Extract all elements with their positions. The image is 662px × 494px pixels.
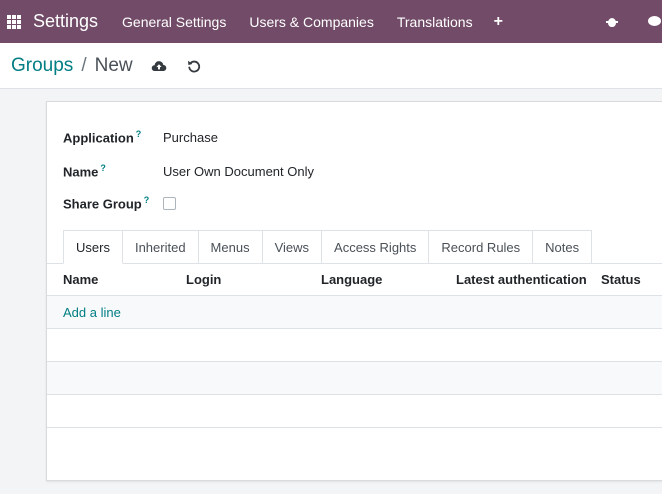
- breadcrumb-separator: /: [81, 54, 87, 76]
- help-tooltip-icon[interactable]: ?: [136, 129, 142, 139]
- chat-icon[interactable]: [648, 15, 662, 28]
- column-language[interactable]: Language: [321, 272, 382, 287]
- bug-icon[interactable]: [606, 16, 618, 28]
- table-row: Add a line: [47, 296, 662, 329]
- tab-inherited[interactable]: Inherited: [122, 230, 199, 264]
- menu-translations[interactable]: Translations: [397, 14, 473, 30]
- name-label: Name?: [63, 162, 106, 180]
- tab-access-rights[interactable]: Access Rights: [322, 230, 430, 264]
- notebook-tabs: Users Inherited Menus Views Access Right…: [63, 230, 593, 264]
- column-name[interactable]: Name: [63, 272, 98, 287]
- tab-notes[interactable]: Notes: [533, 230, 593, 264]
- name-input[interactable]: User Own Document Only: [163, 164, 314, 179]
- column-latest-authentication[interactable]: Latest authentication: [456, 272, 587, 287]
- application-input[interactable]: Purchase: [163, 130, 218, 145]
- help-tooltip-icon[interactable]: ?: [144, 195, 150, 205]
- undo-icon[interactable]: [187, 59, 201, 73]
- navbar-systray: [606, 0, 662, 43]
- share-group-label: Share Group?: [63, 194, 150, 212]
- field-name: Name? User Own Document Only: [63, 161, 314, 181]
- table-row: [47, 395, 662, 428]
- menu-general-settings[interactable]: General Settings: [122, 14, 226, 30]
- control-panel: Groups / New: [0, 43, 662, 89]
- breadcrumb-groups[interactable]: Groups: [11, 55, 73, 77]
- field-share-group: Share Group?: [63, 193, 176, 213]
- breadcrumb-current: New: [94, 54, 133, 76]
- apps-grid-icon[interactable]: [7, 14, 21, 29]
- cloud-upload-icon[interactable]: [151, 59, 167, 73]
- app-title[interactable]: Settings: [33, 11, 98, 32]
- tab-users[interactable]: Users: [63, 230, 123, 264]
- column-login[interactable]: Login: [186, 272, 221, 287]
- application-label: Application?: [63, 128, 142, 146]
- column-status[interactable]: Status: [601, 272, 641, 287]
- table-row: [47, 329, 662, 362]
- table-header: Name Login Language Latest authenticatio…: [47, 264, 662, 296]
- top-navbar: Settings General Settings Users & Compan…: [0, 0, 662, 43]
- tab-record-rules[interactable]: Record Rules: [429, 230, 534, 264]
- help-tooltip-icon[interactable]: ?: [100, 163, 106, 173]
- add-line-link[interactable]: Add a line: [63, 305, 121, 320]
- tab-views[interactable]: Views: [262, 230, 323, 264]
- share-group-checkbox[interactable]: [163, 196, 176, 210]
- form-sheet: Application? Purchase Name? User Own Doc…: [46, 101, 662, 481]
- table-row: [47, 362, 662, 395]
- users-table: Name Login Language Latest authenticatio…: [47, 264, 662, 428]
- menu-users-companies[interactable]: Users & Companies: [249, 14, 374, 30]
- tab-menus[interactable]: Menus: [198, 230, 263, 264]
- field-application: Application? Purchase: [63, 127, 218, 147]
- plus-icon[interactable]: +: [494, 13, 503, 31]
